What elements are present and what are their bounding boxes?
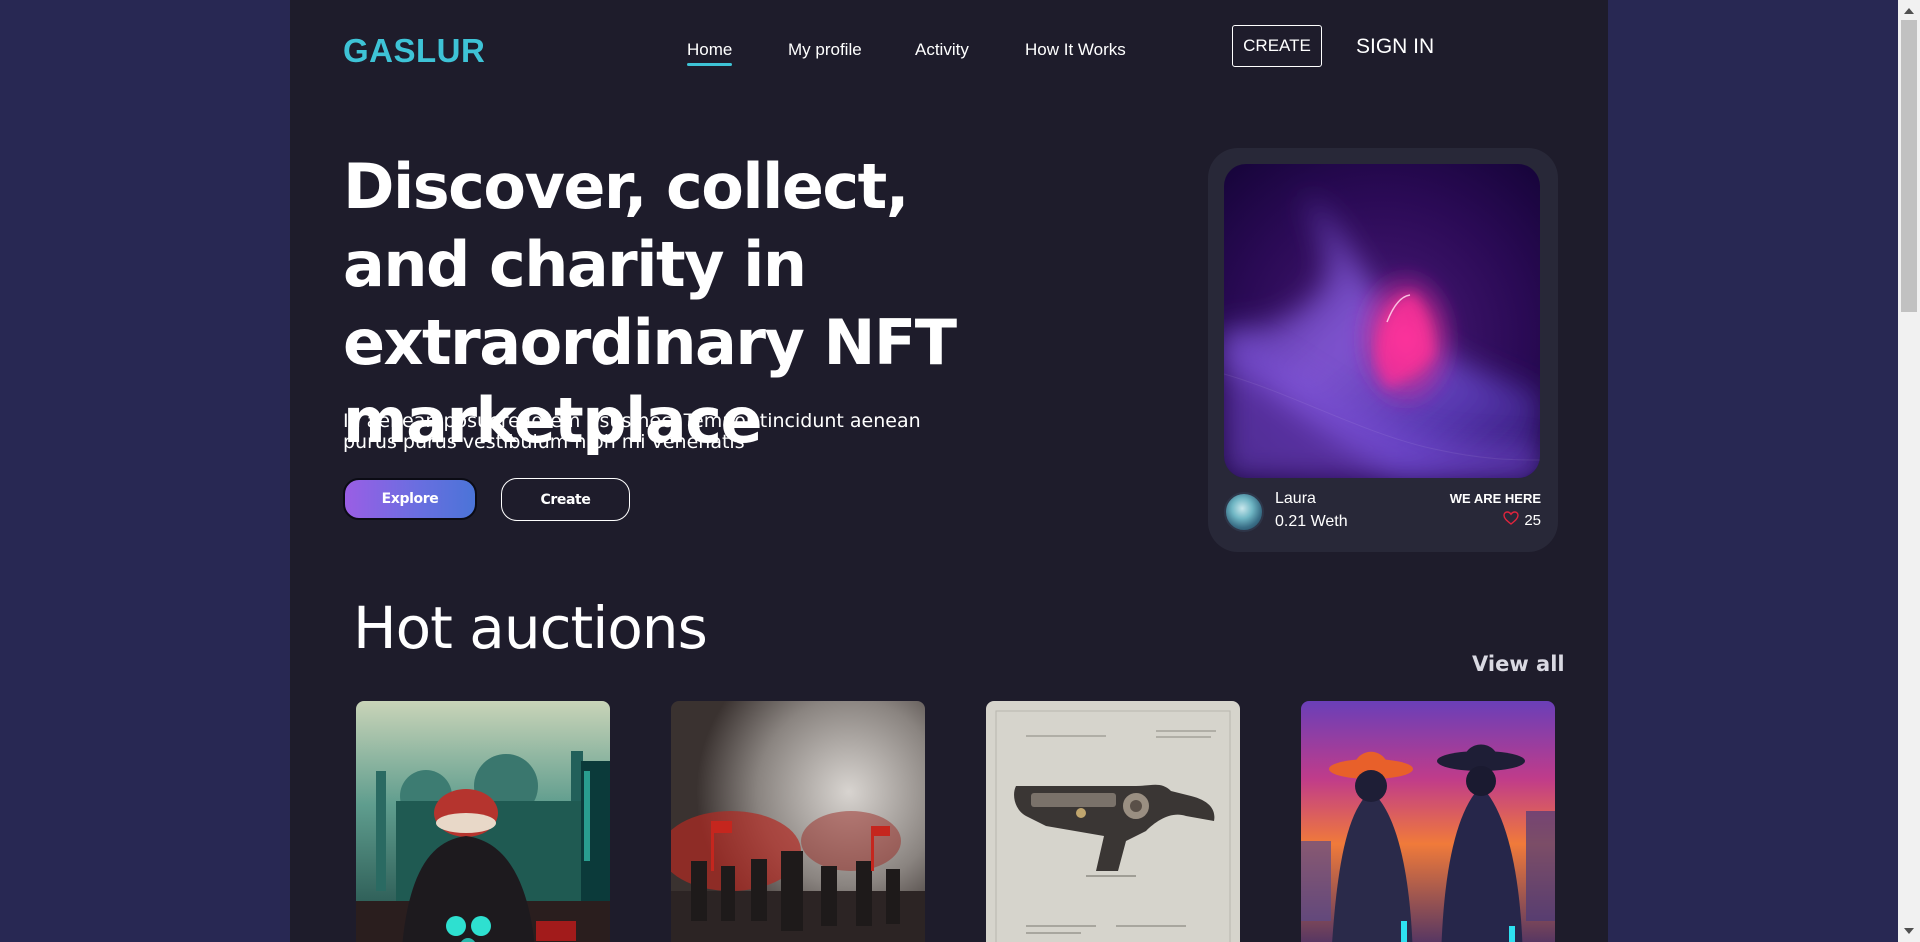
view-all-link[interactable]: View all <box>1472 652 1565 676</box>
auction-card-3[interactable] <box>986 701 1240 942</box>
vertical-scrollbar[interactable] <box>1898 0 1920 942</box>
hero-create-button[interactable]: Create <box>501 478 630 521</box>
nft-title: WE ARE HERE <box>1449 491 1541 506</box>
create-button[interactable]: CREATE <box>1232 25 1322 67</box>
auction-card-4[interactable] <box>1301 701 1555 942</box>
featured-nft-image[interactable] <box>1224 164 1540 478</box>
nav-my-profile[interactable]: My profile <box>788 40 862 60</box>
nav-how-it-works[interactable]: How It Works <box>1025 40 1126 60</box>
page-container: GASLUR Home My profile Activity How It W… <box>290 0 1608 942</box>
scroll-up-arrow-icon[interactable] <box>1904 8 1914 14</box>
logo[interactable]: GASLUR <box>343 32 485 70</box>
scroll-down-arrow-icon[interactable] <box>1904 928 1914 934</box>
featured-nft-card[interactable]: Laura 0.21 Weth WE ARE HERE 25 <box>1208 148 1558 552</box>
likes-count: 25 <box>1524 511 1541 529</box>
likes[interactable]: 25 <box>1503 511 1541 529</box>
auction-card-1[interactable] <box>356 701 610 942</box>
heart-icon[interactable] <box>1503 511 1520 529</box>
nav-home[interactable]: Home <box>687 40 733 66</box>
hot-auctions-title: Hot auctions <box>353 594 708 662</box>
sign-in-link[interactable]: SIGN IN <box>1356 35 1434 59</box>
explore-button[interactable]: Explore <box>343 478 477 520</box>
artist-name[interactable]: Laura <box>1275 490 1316 508</box>
auction-card-2[interactable] <box>671 701 925 942</box>
nav-activity[interactable]: Activity <box>915 40 969 60</box>
hero-subtitle: In aenean posuere lorem risus nec. Tempo… <box>343 410 921 453</box>
scrollbar-thumb[interactable] <box>1901 20 1917 312</box>
nft-price: 0.21 Weth <box>1275 513 1348 530</box>
artist-avatar[interactable] <box>1224 492 1264 532</box>
